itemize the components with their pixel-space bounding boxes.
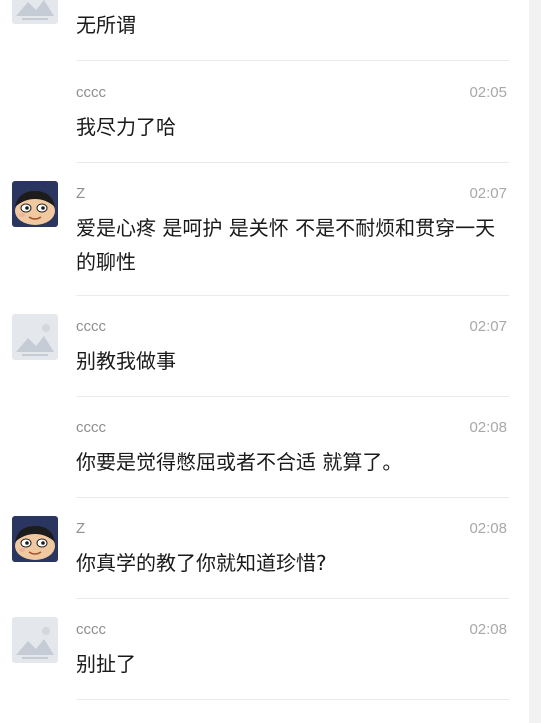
chat-message: Z 02:08 你真学的教了你就知道珍惜? <box>0 498 529 599</box>
sender-name: cccc <box>76 621 106 638</box>
avatar-landscape-icon[interactable] <box>12 0 58 24</box>
divider <box>76 60 509 61</box>
message-time: 02:07 <box>469 185 507 202</box>
message-text: 别教我做事 <box>76 349 176 373</box>
message-time: 02:08 <box>469 419 507 436</box>
message-time: 02:05 <box>469 84 507 101</box>
avatar-landscape-icon[interactable] <box>12 314 58 360</box>
message-text: 无所谓 <box>76 13 136 37</box>
message-text: 你真学的教了你就知道珍惜? <box>76 551 327 575</box>
message-text: 爱是心疼 是呵护 是关怀 不是不耐烦和贯穿一天的聊性 <box>76 216 496 274</box>
chat-message: cccc 02:08 别扯了 <box>0 599 529 700</box>
divider <box>76 699 509 700</box>
chat-message: 无所谓 <box>0 0 529 62</box>
avatar-landscape-icon[interactable] <box>12 617 58 663</box>
scrollbar[interactable] <box>529 0 541 723</box>
avatar-cartoon-boy-icon[interactable] <box>12 516 58 562</box>
chat-message: cccc 02:05 我尽力了哈 <box>0 62 529 163</box>
chat-message: cccc 02:07 别教我做事 <box>0 296 529 397</box>
sender-name: cccc <box>76 419 106 436</box>
sender-name: cccc <box>76 318 106 335</box>
message-text: 我尽力了哈 <box>76 115 176 139</box>
sender-name: Z <box>76 185 86 202</box>
chat-message: cccc 02:08 你要是觉得憋屈或者不合适 就算了。 <box>0 397 529 498</box>
message-time: 02:08 <box>469 621 507 638</box>
sender-name: Z <box>76 520 86 537</box>
avatar-cartoon-boy-icon[interactable] <box>12 181 58 227</box>
message-time: 02:08 <box>469 520 507 537</box>
message-time: 02:07 <box>469 318 507 335</box>
chat-message: Z 02:07 爱是心疼 是呵护 是关怀 不是不耐烦和贯穿一天的聊性 <box>0 163 529 296</box>
message-text: 你要是觉得憋屈或者不合适 就算了。 <box>76 450 403 474</box>
message-text: 别扯了 <box>76 652 136 676</box>
sender-name: cccc <box>76 84 106 101</box>
